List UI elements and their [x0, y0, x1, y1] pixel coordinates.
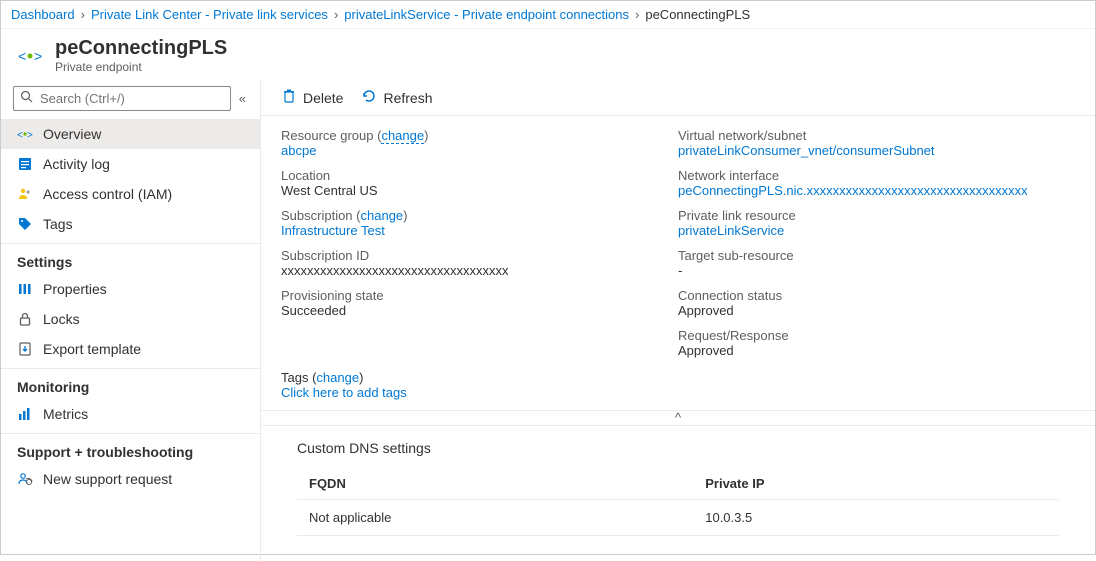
sidebar-item-metrics[interactable]: Metrics — [1, 399, 260, 429]
sidebar-item-activity-log[interactable]: Activity log — [1, 149, 260, 179]
sidebar-item-label: Properties — [43, 281, 107, 297]
prop-location: Location West Central US — [281, 168, 678, 198]
dns-section-title: Custom DNS settings — [297, 440, 1059, 456]
breadcrumb-dashboard[interactable]: Dashboard — [11, 7, 75, 22]
dns-ip-value: 10.0.3.5 — [693, 500, 1059, 536]
prop-resource-group: Resource group (change) abcpe — [281, 128, 678, 158]
sidebar-section-settings: Settings — [1, 243, 260, 274]
sidebar-item-label: Locks — [43, 311, 80, 327]
dns-fqdn-value: Not applicable — [297, 500, 693, 536]
table-row: Not applicable 10.0.3.5 — [297, 500, 1059, 536]
properties-icon — [17, 281, 33, 297]
chevron-right-icon: › — [334, 7, 338, 22]
prop-request-response: Request/Response Approved — [678, 328, 1075, 358]
prop-connection-status: Connection status Approved — [678, 288, 1075, 318]
sidebar: « <> Overview Activity log Access contro… — [1, 80, 261, 561]
toolbar: Delete Refresh — [261, 80, 1095, 116]
private-endpoint-icon: <> — [17, 126, 33, 142]
sidebar-item-tags[interactable]: Tags — [1, 209, 260, 239]
page-header: < > peConnectingPLS Private endpoint — [1, 29, 1095, 80]
export-template-icon — [17, 341, 33, 357]
main-content: Delete Refresh Resource group (change) a… — [261, 80, 1095, 561]
activity-log-icon — [17, 156, 33, 172]
vnet-subnet-link[interactable]: privateLinkConsumer_vnet/consumerSubnet — [678, 143, 935, 158]
access-control-icon — [17, 186, 33, 202]
essentials-collapse-handle[interactable]: ^ — [261, 410, 1095, 426]
prop-private-link-resource: Private link resource privateLinkService — [678, 208, 1075, 238]
chevron-up-icon: ^ — [675, 410, 681, 425]
resource-group-link[interactable]: abcpe — [281, 143, 316, 158]
tags-row: Tags (change) Click here to add tags — [261, 362, 1095, 410]
dns-col-fqdn: FQDN — [297, 468, 693, 500]
tags-change-link[interactable]: change — [316, 370, 359, 385]
svg-text:<: < — [18, 50, 26, 66]
breadcrumb-plc[interactable]: Private Link Center - Private link servi… — [91, 7, 328, 22]
support-icon — [17, 471, 33, 487]
prop-subscription-id: Subscription ID xxxxxxxxxxxxxxxxxxxxxxxx… — [281, 248, 678, 278]
prop-provisioning-state: Provisioning state Succeeded — [281, 288, 678, 318]
prop-target-sub-resource: Target sub-resource - — [678, 248, 1075, 278]
chevron-right-icon: › — [81, 7, 85, 22]
search-input[interactable] — [40, 91, 224, 106]
refresh-button[interactable]: Refresh — [361, 88, 432, 107]
properties-grid: Resource group (change) abcpe Location W… — [261, 116, 1095, 362]
sidebar-section-monitoring: Monitoring — [1, 368, 260, 399]
sidebar-item-properties[interactable]: Properties — [1, 274, 260, 304]
svg-text:>: > — [34, 50, 42, 66]
sidebar-item-locks[interactable]: Locks — [1, 304, 260, 334]
sidebar-item-label: Activity log — [43, 156, 110, 172]
breadcrumb-pls[interactable]: privateLinkService - Private endpoint co… — [344, 7, 629, 22]
sidebar-item-new-support-request[interactable]: New support request — [1, 464, 260, 494]
metrics-icon — [17, 406, 33, 422]
page-subtitle: Private endpoint — [55, 60, 227, 74]
breadcrumb: Dashboard › Private Link Center - Privat… — [1, 1, 1095, 29]
subscription-link[interactable]: Infrastructure Test — [281, 223, 385, 238]
sidebar-item-label: Access control (IAM) — [43, 186, 172, 202]
sidebar-item-export-template[interactable]: Export template — [1, 334, 260, 364]
refresh-label: Refresh — [383, 90, 432, 106]
add-tags-link[interactable]: Click here to add tags — [281, 385, 407, 400]
delete-icon — [281, 88, 297, 107]
subscription-change-link[interactable]: change — [361, 208, 404, 223]
private-endpoint-icon: < > — [17, 43, 43, 69]
lock-icon — [17, 311, 33, 327]
search-input-wrap[interactable] — [13, 86, 231, 111]
search-icon — [20, 90, 34, 107]
svg-text:<: < — [17, 130, 23, 141]
resource-group-change-link[interactable]: change — [381, 128, 424, 144]
sidebar-item-overview[interactable]: <> Overview — [1, 119, 260, 149]
svg-text:>: > — [27, 130, 33, 141]
nic-link[interactable]: peConnectingPLS.nic.xxxxxxxxxxxxxxxxxxxx… — [678, 183, 1028, 198]
sidebar-item-label: Metrics — [43, 406, 88, 422]
delete-label: Delete — [303, 90, 343, 106]
sidebar-item-label: Export template — [43, 341, 141, 357]
page-title: peConnectingPLS — [55, 37, 227, 60]
dns-table: FQDN Private IP Not applicable 10.0.3.5 — [297, 468, 1059, 536]
prop-network-interface: Network interface peConnectingPLS.nic.xx… — [678, 168, 1075, 198]
sidebar-section-support: Support + troubleshooting — [1, 433, 260, 464]
private-link-resource-link[interactable]: privateLinkService — [678, 223, 784, 238]
sidebar-item-label: Overview — [43, 126, 101, 142]
tags-icon — [17, 216, 33, 232]
sidebar-collapse-button[interactable]: « — [237, 89, 248, 108]
prop-subscription: Subscription (change) Infrastructure Tes… — [281, 208, 678, 238]
dns-section: Custom DNS settings FQDN Private IP Not … — [261, 426, 1095, 550]
sidebar-item-label: New support request — [43, 471, 172, 487]
prop-vnet-subnet: Virtual network/subnet privateLinkConsum… — [678, 128, 1075, 158]
dns-col-ip: Private IP — [693, 468, 1059, 500]
sidebar-item-label: Tags — [43, 216, 73, 232]
sidebar-item-access-control[interactable]: Access control (IAM) — [1, 179, 260, 209]
breadcrumb-current: peConnectingPLS — [645, 7, 750, 22]
refresh-icon — [361, 88, 377, 107]
chevron-right-icon: › — [635, 7, 639, 22]
delete-button[interactable]: Delete — [281, 88, 343, 107]
